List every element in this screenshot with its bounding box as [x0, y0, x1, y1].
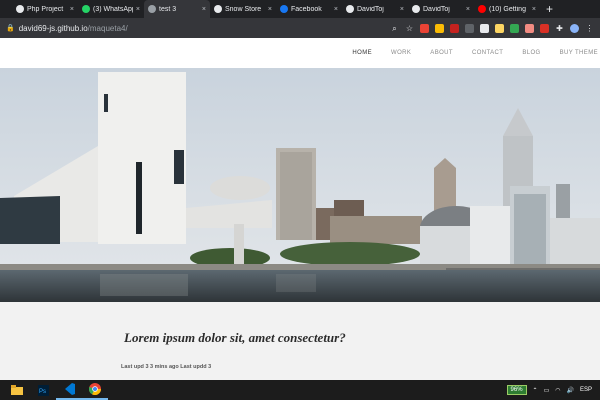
extension-gold-icon[interactable]: [495, 23, 504, 33]
lock-icon[interactable]: 🔒: [6, 24, 15, 32]
site-navigation: HOME WORK ABOUT CONTACT BLOG BUY THEME: [0, 38, 600, 68]
profile-avatar-icon[interactable]: [570, 23, 579, 33]
extension-tp-icon[interactable]: [540, 23, 549, 33]
browser-tab[interactable]: (3) WhatsApp ×: [78, 0, 144, 18]
tab-close-icon[interactable]: ×: [136, 6, 140, 13]
puzzle-icon[interactable]: ✚: [555, 24, 564, 33]
tab-close-icon[interactable]: ×: [334, 6, 338, 13]
tab-favicon-icon: [412, 5, 420, 13]
nav-link-blog[interactable]: BLOG: [522, 50, 540, 56]
nav-link-contact[interactable]: CONTACT: [472, 50, 503, 56]
hero-image: [0, 68, 600, 302]
extension-red-icon[interactable]: [420, 23, 429, 33]
city-skyline-illustration: [0, 68, 600, 302]
tab-favicon-icon: [82, 5, 90, 13]
tab-favicon-icon: [346, 5, 354, 13]
nav-link-work[interactable]: WORK: [391, 50, 411, 56]
os-taskbar: Ps 96% ⌃ ▭ ◠ 🔊 ESP: [0, 380, 600, 400]
tab-favicon-icon: [16, 5, 24, 13]
tab-favicon-icon: [148, 5, 156, 13]
tab-label: DavidToj: [423, 5, 450, 13]
tab-label: DavidToj: [357, 5, 384, 13]
extension-pink-icon[interactable]: [525, 23, 534, 33]
tab-label: test 3: [159, 5, 177, 13]
star-icon[interactable]: ☆: [405, 24, 414, 33]
extension-icons: ⌕ ☆ ✚ ⋮: [390, 21, 594, 35]
tab-list: Php Project × (3) WhatsApp × test 3 × Snow Sto…: [12, 0, 540, 18]
browser-tab[interactable]: Php Project ×: [12, 0, 78, 18]
tab-close-icon[interactable]: ×: [400, 6, 404, 13]
chrome-icon[interactable]: [82, 380, 108, 400]
browser-tab[interactable]: Facebook ×: [276, 0, 342, 18]
browser-tab[interactable]: test 3 ×: [144, 0, 210, 18]
network-icon[interactable]: ▭: [544, 387, 550, 394]
extension-dark-red-icon[interactable]: [450, 23, 459, 33]
new-tab-button[interactable]: +: [546, 0, 553, 18]
nav-link-home[interactable]: HOME: [352, 50, 372, 56]
browser-tab[interactable]: Snow Store ×: [210, 0, 276, 18]
web-page: HOME WORK ABOUT CONTACT BLOG BUY THEME L…: [0, 38, 600, 380]
extension-green-icon[interactable]: [510, 23, 519, 33]
extension-yellow-icon[interactable]: [435, 23, 444, 33]
svg-text:Ps: Ps: [39, 389, 46, 395]
chevron-up-icon[interactable]: ⌃: [533, 387, 538, 394]
tab-favicon-icon: [280, 5, 288, 13]
browser-tab[interactable]: DavidToj ×: [408, 0, 474, 18]
browser-tab[interactable]: (10) Getting ×: [474, 0, 540, 18]
tab-close-icon[interactable]: ×: [202, 6, 206, 13]
tab-label: Snow Store: [225, 5, 262, 13]
vscode-icon[interactable]: [56, 380, 82, 400]
tab-close-icon[interactable]: ×: [532, 6, 536, 13]
tab-close-icon[interactable]: ×: [70, 6, 74, 13]
browser-tab[interactable]: DavidToj ×: [342, 0, 408, 18]
wifi-icon[interactable]: ◠: [555, 387, 560, 394]
extension-white-icon[interactable]: [480, 23, 489, 33]
tab-label: Php Project: [27, 5, 64, 13]
language-indicator[interactable]: ESP: [580, 387, 592, 393]
tab-label: (10) Getting: [489, 5, 526, 13]
nav-link-buy-theme[interactable]: BUY THEME: [560, 50, 598, 56]
tab-favicon-icon: [214, 5, 222, 13]
volume-icon[interactable]: 🔊: [567, 387, 574, 394]
tab-close-icon[interactable]: ×: [268, 6, 272, 13]
tab-close-icon[interactable]: ×: [466, 6, 470, 13]
url-host: david69-js.github.io: [18, 23, 88, 33]
zoom-icon[interactable]: ⌕: [390, 24, 399, 33]
menu-kebab-icon[interactable]: ⋮: [585, 24, 594, 33]
nav-link-about[interactable]: ABOUT: [430, 50, 453, 56]
file-explorer-icon[interactable]: [4, 380, 30, 400]
article-meta: Last upd 3 3 mins ago Last updd 3: [121, 364, 212, 370]
address-bar[interactable]: david69-js.github.io/maqueta4/: [19, 24, 128, 33]
system-tray: 96% ⌃ ▭ ◠ 🔊 ESP: [506, 380, 592, 400]
battery-indicator[interactable]: 96%: [506, 385, 527, 395]
article-section: Lorem ipsum dolor sit, amet consectetur?…: [0, 302, 600, 380]
browser-toolbar: 🔒 david69-js.github.io/maqueta4/ ⌕ ☆ ✚ ⋮: [0, 18, 600, 38]
tab-label: Facebook: [291, 5, 322, 13]
extension-gray-icon[interactable]: [465, 23, 474, 33]
article-headline: Lorem ipsum dolor sit, amet consectetur?: [124, 330, 346, 345]
tab-favicon-icon: [478, 5, 486, 13]
tab-label: (3) WhatsApp: [93, 5, 133, 13]
browser-tab-strip: Php Project × (3) WhatsApp × test 3 × Snow Sto…: [0, 0, 600, 18]
photoshop-icon[interactable]: Ps: [30, 380, 56, 400]
url-path: /maqueta4/: [87, 23, 128, 33]
